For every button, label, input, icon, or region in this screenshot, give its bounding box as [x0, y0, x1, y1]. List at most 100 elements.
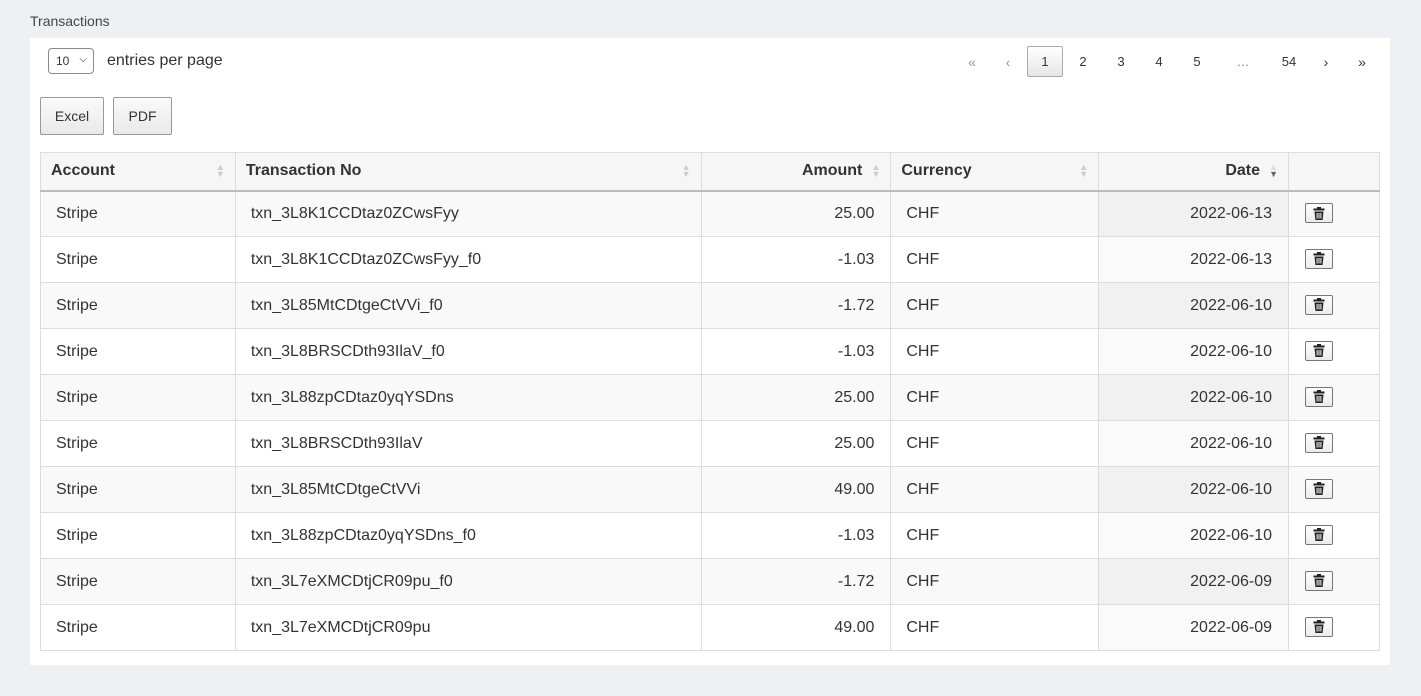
page-button-1[interactable]: 1 [1027, 46, 1063, 77]
pdf-button[interactable]: PDF [113, 97, 172, 135]
per-page-select[interactable]: 10 ⌵ [48, 48, 94, 74]
cell-transaction-no: txn_3L88zpCDtaz0yqYSDns [234, 374, 702, 421]
page-button-2[interactable]: 2 [1065, 46, 1101, 77]
cell-transaction-no: txn_3L8K1CCDtaz0ZCwsFyy_f0 [234, 236, 702, 283]
cell-transaction-no: txn_3L8K1CCDtaz0ZCwsFyy [234, 190, 702, 237]
excel-button[interactable]: Excel [40, 97, 104, 135]
cell-date: 2022-06-10 [1098, 282, 1289, 329]
cell-currency: CHF [890, 558, 1100, 605]
delete-button[interactable] [1305, 203, 1333, 223]
delete-button[interactable] [1305, 248, 1333, 269]
column-header-actions [1288, 152, 1380, 192]
cell-date: 2022-06-09 [1098, 604, 1289, 651]
table-row: Stripe txn_3L88zpCDtaz0yqYSDns 25.00 CHF 202… [40, 374, 1380, 421]
transactions-table: Account ▲ ▼ Transaction No ▲ ▼ Amount ▲ ▼ C… [40, 152, 1380, 651]
cell-amount: -1.03 [700, 512, 892, 559]
column-label: Amount [801, 162, 863, 180]
cell-date: 2022-06-10 [1098, 420, 1289, 467]
cell-actions [1288, 374, 1380, 421]
column-header-amount[interactable]: Amount ▲ ▼ [700, 152, 892, 192]
cell-amount: -1.72 [700, 282, 892, 329]
cell-transaction-no: txn_3L88zpCDtaz0yqYSDns_f0 [234, 512, 702, 559]
next-page-button[interactable]: › [1309, 46, 1343, 77]
delete-button[interactable] [1305, 570, 1333, 591]
cell-actions [1288, 420, 1380, 467]
cell-currency: CHF [890, 374, 1100, 421]
trash-icon [1313, 344, 1325, 358]
trash-icon [1313, 298, 1325, 312]
first-page-button[interactable]: « [955, 46, 989, 77]
delete-button[interactable] [1305, 616, 1333, 637]
trash-icon [1313, 620, 1325, 634]
chevron-down-icon: ⌵ [79, 54, 87, 65]
table-row: Stripe txn_3L8K1CCDtaz0ZCwsFyy 25.00 CHF 202… [40, 190, 1380, 237]
section-title: Transactions [30, 13, 110, 29]
per-page-control: 10 ⌵ entries per page [48, 48, 223, 74]
page-button-last[interactable]: 54 [1271, 46, 1307, 77]
delete-button[interactable] [1305, 432, 1333, 453]
last-page-button[interactable]: » [1345, 46, 1379, 77]
table-row: Stripe txn_3L8BRSCDth93IlaV_f0 -1.03 CHF 202… [40, 328, 1380, 375]
column-header-currency[interactable]: Currency ▲ ▼ [890, 152, 1100, 192]
table-row: Stripe txn_3L85MtCDtgeCtVVi 49.00 CHF 2022-0… [40, 466, 1380, 513]
cell-account: Stripe [40, 604, 236, 651]
page-button-3[interactable]: 3 [1103, 46, 1139, 77]
pagination: « ‹ 1 2 3 4 5 … 54 › » [953, 46, 1379, 77]
cell-actions [1288, 282, 1380, 329]
cell-account: Stripe [40, 282, 236, 329]
trash-icon [1313, 252, 1325, 266]
cell-currency: CHF [890, 604, 1100, 651]
column-header-transaction-no[interactable]: Transaction No ▲ ▼ [234, 152, 702, 192]
sort-icon: ▲ ▼ [871, 162, 881, 179]
trash-icon [1313, 574, 1325, 588]
cell-date: 2022-06-09 [1098, 558, 1289, 605]
cell-account: Stripe [40, 374, 236, 421]
delete-button[interactable] [1305, 294, 1333, 315]
sort-desc-icon: ▲ ▼ [1269, 162, 1278, 179]
table-row: Stripe txn_3L8BRSCDth93IlaV 25.00 CHF 2022-0… [40, 420, 1380, 467]
prev-page-button[interactable]: ‹ [991, 46, 1025, 77]
trash-icon [1313, 482, 1325, 496]
pagination-ellipsis: … [1236, 54, 1250, 69]
table-row: Stripe txn_3L8K1CCDtaz0ZCwsFyy_f0 -1.03 CHF… [40, 236, 1380, 283]
cell-amount: -1.03 [700, 328, 892, 375]
cell-amount: 25.00 [700, 190, 892, 237]
cell-account: Stripe [40, 558, 236, 605]
cell-currency: CHF [890, 190, 1100, 237]
cell-actions [1288, 466, 1380, 513]
table-row: Stripe txn_3L85MtCDtgeCtVVi_f0 -1.72 CHF 202… [40, 282, 1380, 329]
column-header-date[interactable]: Date ▲ ▼ [1098, 152, 1289, 192]
cell-amount: 49.00 [700, 604, 892, 651]
cell-actions [1288, 604, 1380, 651]
column-label: Currency [901, 162, 972, 180]
cell-transaction-no: txn_3L8BRSCDth93IlaV_f0 [234, 328, 702, 375]
cell-transaction-no: txn_3L85MtCDtgeCtVVi_f0 [234, 282, 702, 329]
page-button-4[interactable]: 4 [1141, 46, 1177, 77]
table-row: Stripe txn_3L7eXMCDtjCR09pu_f0 -1.72 CHF 202… [40, 558, 1380, 605]
table-row: Stripe txn_3L88zpCDtaz0yqYSDns_f0 -1.03 CHF… [40, 512, 1380, 559]
page-button-5[interactable]: 5 [1179, 46, 1215, 77]
column-header-account[interactable]: Account ▲ ▼ [40, 152, 236, 192]
cell-currency: CHF [890, 282, 1100, 329]
sort-icon: ▲ ▼ [1079, 162, 1089, 179]
column-label: Date [1225, 162, 1260, 180]
cell-date: 2022-06-10 [1098, 466, 1289, 513]
trash-icon [1313, 206, 1325, 220]
cell-amount: -1.03 [700, 236, 892, 283]
cell-actions [1288, 236, 1380, 283]
cell-transaction-no: txn_3L85MtCDtgeCtVVi [234, 466, 702, 513]
delete-button[interactable] [1305, 478, 1333, 499]
transactions-panel: 10 ⌵ entries per page « ‹ 1 2 3 4 5 … 54… [30, 38, 1390, 665]
delete-button[interactable] [1305, 386, 1333, 407]
cell-date: 2022-06-13 [1098, 236, 1289, 283]
cell-date: 2022-06-10 [1098, 512, 1289, 559]
cell-date: 2022-06-10 [1098, 328, 1289, 375]
cell-actions [1288, 328, 1380, 375]
delete-button[interactable] [1305, 340, 1333, 361]
cell-currency: CHF [890, 466, 1100, 513]
delete-button[interactable] [1305, 524, 1333, 545]
sort-icon: ▲ ▼ [215, 162, 225, 179]
per-page-label: entries per page [107, 52, 223, 69]
cell-actions [1288, 190, 1380, 237]
cell-amount: 49.00 [700, 466, 892, 513]
